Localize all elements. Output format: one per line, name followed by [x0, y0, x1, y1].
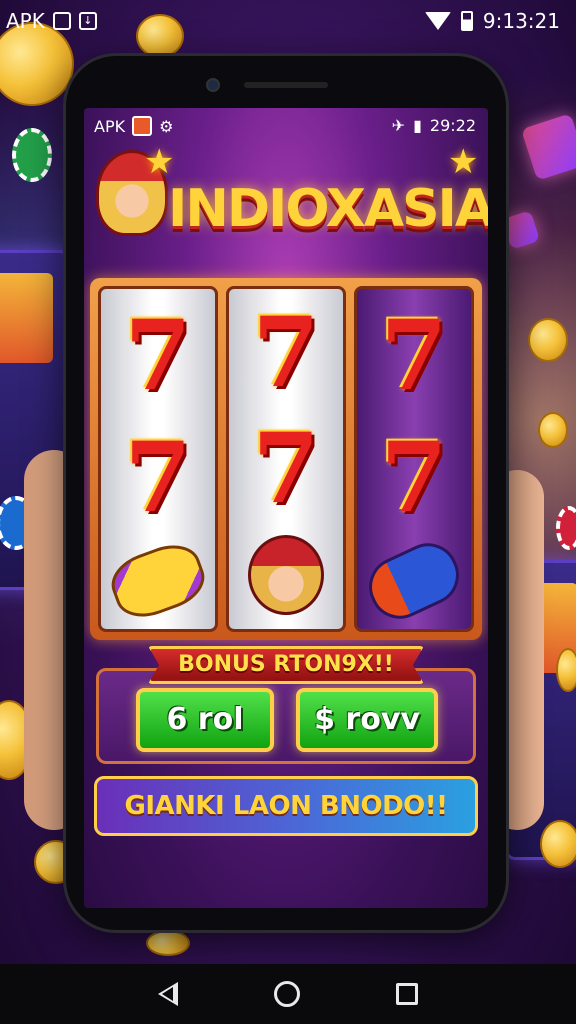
settings-icon: ⚙	[159, 116, 174, 136]
bet-button[interactable]: $ rovv	[296, 688, 438, 752]
background-chip	[12, 128, 52, 182]
seven-symbol: 7	[380, 421, 448, 534]
app-notification-icon	[132, 116, 153, 136]
back-icon[interactable]	[158, 982, 178, 1006]
reel-1: 7 7	[98, 286, 218, 632]
reel-3: 7 7	[354, 286, 474, 632]
star-icon: ★	[448, 142, 479, 182]
spin-button[interactable]: 6 rol	[136, 688, 274, 752]
claim-bonus-button[interactable]: GIANKI LAON BNODO!!	[94, 776, 478, 836]
game-header: ★ INDIOXASIA ★	[84, 142, 488, 282]
inner-carrier-label: APK	[94, 116, 126, 136]
bonus-banner: BONUS RTON9X!!	[148, 646, 424, 684]
game-screen: APK ⚙ ✈ ▮ 29:22 ★ INDIOXASIA ★ 7 7 7 7 7…	[84, 108, 488, 908]
wifi-icon	[424, 12, 451, 30]
character-symbol	[248, 535, 324, 615]
background-coin	[538, 412, 568, 448]
seven-symbol: 7	[124, 299, 192, 412]
status-time: 9:13:21	[482, 9, 560, 33]
background-coin	[528, 318, 568, 362]
seven-symbol: 7	[380, 299, 448, 412]
background-chip	[556, 506, 576, 550]
earpiece-speaker	[244, 82, 328, 88]
reel-2: 7 7	[226, 286, 346, 632]
inner-status-time: 29:22	[429, 116, 476, 135]
slot-reels: 7 7 7 7 7 7	[90, 278, 482, 640]
background-coin	[556, 648, 576, 692]
candy-symbol	[104, 536, 212, 626]
notification-icon	[52, 12, 71, 30]
background-coin	[540, 820, 576, 868]
recents-icon[interactable]	[396, 983, 418, 1005]
signal-icon: ✈	[391, 116, 406, 135]
seven-symbol: 7	[124, 421, 192, 534]
rocket-symbol	[359, 533, 469, 629]
battery-icon	[460, 11, 473, 31]
status-bar: APK ↓ 9:13:21	[0, 0, 576, 40]
background-coin	[146, 930, 190, 956]
battery-level-icon: ▮	[413, 116, 422, 135]
inner-status-bar: APK ⚙ ✈ ▮ 29:22	[84, 108, 488, 142]
phone-device: APK ⚙ ✈ ▮ 29:22 ★ INDIOXASIA ★ 7 7 7 7 7…	[66, 56, 506, 930]
home-icon[interactable]	[274, 981, 300, 1007]
game-title: INDIOXASIA	[168, 179, 488, 239]
carrier-label: APK	[6, 9, 45, 33]
download-icon: ↓	[78, 12, 97, 30]
seven-symbol: 7	[252, 296, 320, 409]
front-camera	[206, 78, 220, 92]
seven-symbol: 7	[252, 412, 320, 525]
navigation-bar	[0, 964, 576, 1024]
